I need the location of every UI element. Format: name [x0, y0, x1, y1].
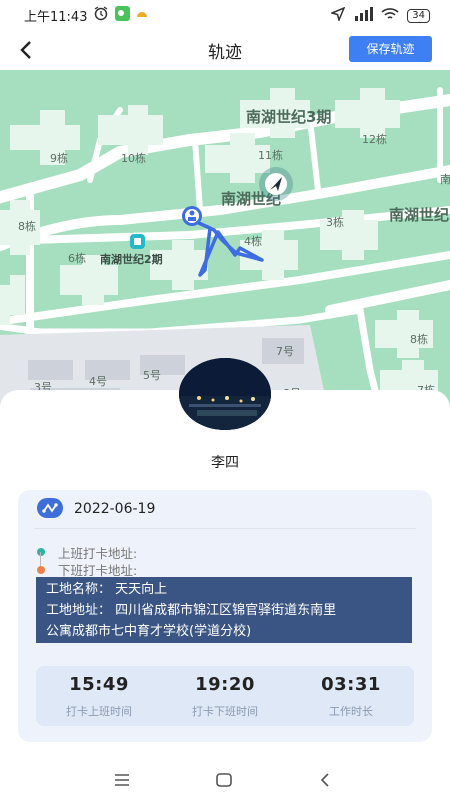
stat-checkout: 19:20 打卡下班时间	[162, 674, 288, 719]
stat-value: 15:49	[69, 674, 129, 695]
site-address-line2: 公寓成都市七中育才学校(学道分校)	[46, 624, 252, 639]
menu-button[interactable]	[112, 770, 132, 790]
wechat-icon	[115, 5, 131, 25]
user-avatar	[179, 358, 271, 430]
site-name: 工地名称： 天天向上	[46, 582, 168, 597]
stat-value: 03:31	[321, 674, 381, 695]
map-label-b10: 10栋	[121, 151, 146, 165]
stat-label: 打卡下班时间	[192, 705, 258, 718]
checkin-dot	[37, 548, 45, 556]
map-label-b12: 12栋	[362, 132, 387, 146]
site-info-box: 工地名称： 天天向上 工地地址： 四川省成都市锦江区锦官驿街道东南里 公寓成都市…	[36, 577, 412, 643]
checkout-dot	[37, 566, 45, 574]
map-label-b9: 9栋	[50, 151, 68, 165]
wifi-icon	[381, 7, 399, 24]
stat-label: 打卡上班时间	[66, 705, 132, 718]
system-back-button[interactable]	[315, 770, 335, 790]
time-stats: 15:49 打卡上班时间 19:20 打卡下班时间 03:31 工作时长	[36, 666, 414, 726]
map-label-area3: 南湖世纪3期	[246, 108, 331, 126]
home-button[interactable]	[214, 770, 234, 790]
home-icon	[216, 773, 232, 787]
poi-icon	[130, 234, 145, 249]
map-label-b4: 4栋	[244, 234, 262, 248]
top-nav-bar: 轨迹 保存轨迹	[0, 30, 450, 70]
status-time: 上午11:43	[24, 9, 88, 25]
map-label-area2: 南湖世纪2期	[100, 252, 163, 266]
map-label-edge-nan: 南	[440, 173, 450, 186]
current-location-icon	[259, 167, 293, 201]
record-card: 2022-06-19 上班打卡地址: 下班打卡地址: 工地名称： 天天向上 工地…	[18, 490, 432, 742]
signal-icon	[353, 7, 374, 24]
start-marker	[182, 206, 202, 226]
alarm-icon	[93, 5, 109, 25]
location-arrow-icon	[329, 6, 346, 24]
battery-indicator: 34	[407, 8, 430, 23]
menu-icon	[115, 774, 129, 786]
weather-icon	[136, 8, 148, 23]
map-label-area-right: 南湖世纪	[389, 206, 449, 224]
user-name: 李四	[211, 455, 239, 471]
map-label-b8: 8栋	[18, 219, 36, 233]
route-icon	[37, 498, 63, 518]
stat-duration: 03:31 工作时长	[288, 674, 414, 719]
site-address-line1: 工地地址： 四川省成都市锦江区锦官驿街道东南里	[46, 603, 337, 618]
divider	[34, 528, 416, 529]
map-label-b6: 6栋	[68, 251, 86, 265]
map-label-b8r: 8栋	[410, 332, 428, 346]
map-label-g7: 7号	[276, 345, 294, 358]
save-track-button[interactable]: 保存轨迹	[349, 36, 432, 62]
back-arrow-icon	[320, 773, 329, 787]
record-date: 2022-06-19	[74, 501, 156, 517]
stat-checkin: 15:49 打卡上班时间	[36, 674, 162, 719]
map-label-b3: 3栋	[326, 215, 344, 229]
system-nav-bar	[0, 760, 450, 800]
status-bar: 上午11:43 34	[0, 0, 450, 30]
map-label-b11: 11栋	[258, 148, 283, 162]
stat-label: 工作时长	[329, 705, 373, 718]
map-label-g5: 5号	[143, 369, 161, 382]
map-label-g4: 4号	[89, 375, 107, 388]
stat-value: 19:20	[195, 674, 255, 695]
